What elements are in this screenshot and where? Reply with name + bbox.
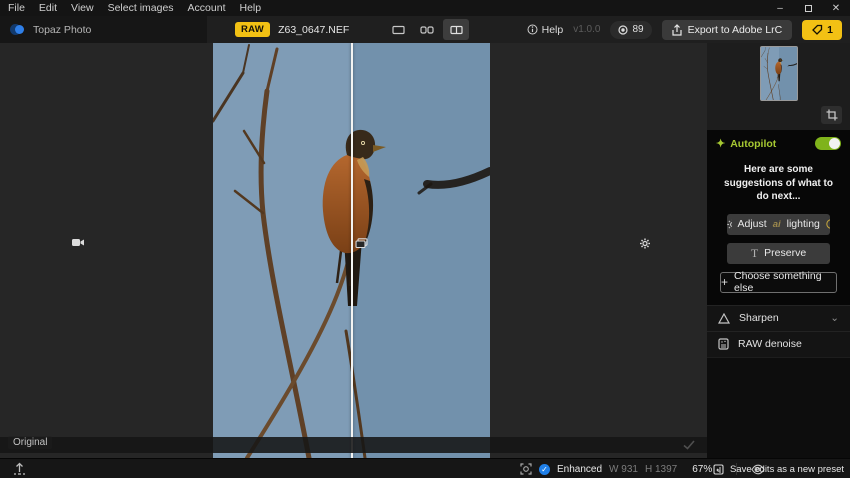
- original-label: Original: [8, 436, 52, 449]
- image-height: H 1397: [645, 464, 677, 475]
- toolbar: Topaz Photo RAW Z63_0647.NEF Help v1.0.0: [0, 16, 850, 43]
- plus-icon: +: [721, 275, 728, 289]
- maximize-icon: [805, 5, 812, 12]
- titlebar: File Edit View Select images Account Hel…: [0, 0, 850, 16]
- chevron-down-icon: ⌄: [830, 312, 839, 324]
- crop-button[interactable]: [821, 106, 842, 124]
- split-divider[interactable]: [351, 43, 353, 458]
- sharpen-icon: [718, 313, 730, 324]
- topaz-logo-icon: [10, 24, 26, 36]
- ai-label: ai: [773, 219, 781, 230]
- panel-empty-space: [707, 357, 850, 459]
- topaz-photo-app: File Edit View Select images Account Hel…: [0, 0, 850, 478]
- status-label: Enhanced: [557, 464, 602, 475]
- camera-icon[interactable]: [0, 238, 64, 459]
- split-view-icon: [450, 25, 463, 35]
- gallery-icon[interactable]: [355, 238, 632, 459]
- right-panel: ✦ Autopilot Here are some suggestions of…: [707, 43, 850, 458]
- menu-edit[interactable]: Edit: [39, 2, 57, 14]
- gear-icon[interactable]: [639, 238, 707, 459]
- side-by-side-icon: [420, 25, 434, 35]
- autopilot-toggle[interactable]: [815, 137, 841, 150]
- sharpen-section[interactable]: Sharpen ⌄: [707, 305, 850, 331]
- app-name: Topaz Photo: [33, 24, 91, 36]
- photo[interactable]: [213, 43, 490, 458]
- thumbnail-image: [761, 47, 797, 101]
- image-canvas[interactable]: Original: [0, 43, 707, 458]
- close-button[interactable]: ✕: [822, 0, 850, 16]
- side-by-side-view-button[interactable]: [414, 19, 440, 40]
- single-view-button[interactable]: [385, 19, 411, 40]
- menu-bar: File Edit View Select images Account Hel…: [0, 2, 261, 14]
- tag-icon: [811, 24, 823, 35]
- main-area: Original ✦: [0, 43, 850, 458]
- raw-denoise-label: RAW denoise: [738, 338, 802, 350]
- sharpen-label: Sharpen: [739, 312, 779, 324]
- video-icon[interactable]: [71, 238, 348, 459]
- menu-select-images[interactable]: Select images: [108, 2, 174, 14]
- choose-label: Choose something else: [734, 270, 836, 294]
- notification-button[interactable]: 1: [802, 20, 842, 40]
- filename: Z63_0647.NEF: [278, 24, 349, 36]
- photo-toolbar: [0, 437, 707, 453]
- menu-help[interactable]: Help: [240, 2, 262, 14]
- save-preset-button[interactable]: Save edits as a new preset: [707, 459, 850, 478]
- single-view-icon: [392, 25, 405, 35]
- autopilot-title: ✦ Autopilot: [716, 137, 776, 150]
- enhanced-check-icon: ✓: [539, 464, 550, 475]
- info-icon: [527, 24, 538, 35]
- choose-something-else-button[interactable]: + Choose something else: [720, 272, 837, 293]
- maximize-button[interactable]: [794, 0, 822, 16]
- export-label: Export to Adobe LrC: [688, 24, 783, 36]
- adjust-lighting-button[interactable]: Adjust ai lighting: [727, 214, 830, 235]
- adjust-label-suffix: lighting: [787, 218, 820, 230]
- crop-icon: [826, 109, 838, 121]
- image-width: W 931: [609, 464, 638, 475]
- upload-icon[interactable]: [13, 462, 26, 475]
- split-view-button[interactable]: [443, 19, 469, 40]
- face-detect-icon[interactable]: [520, 463, 532, 475]
- export-button[interactable]: Export to Adobe LrC: [662, 20, 793, 40]
- file-info: RAW Z63_0647.NEF: [207, 22, 349, 37]
- brightness-icon: [727, 219, 732, 230]
- preserve-label: Preserve: [764, 247, 806, 259]
- raw-badge: RAW: [235, 22, 270, 37]
- minimize-button[interactable]: –: [766, 0, 794, 16]
- help-button[interactable]: Help: [527, 24, 564, 36]
- app-branding: Topaz Photo: [0, 16, 207, 43]
- autopilot-label: Autopilot: [730, 138, 776, 150]
- bottom-bar: ✓ Enhanced W 931 H 1397 67% ⌄ Save edits…: [0, 458, 850, 478]
- help-label: Help: [542, 24, 564, 36]
- suggestion-text: Here are some suggestions of what to do …: [720, 163, 837, 204]
- menu-view[interactable]: View: [71, 2, 94, 14]
- menu-file[interactable]: File: [8, 2, 25, 14]
- credits-count: 89: [632, 24, 643, 35]
- info-circle-icon[interactable]: [826, 219, 830, 229]
- adjust-label-prefix: Adjust: [738, 218, 767, 230]
- denoise-icon: [718, 338, 729, 350]
- save-preset-label: Save edits as a new preset: [730, 464, 844, 475]
- view-mode-switcher: [385, 16, 469, 43]
- preset-icon: [713, 464, 724, 475]
- text-icon: T: [751, 246, 758, 261]
- version-label: v1.0.0: [573, 24, 600, 35]
- notification-count: 1: [827, 24, 833, 36]
- autopilot-section: ✦ Autopilot Here are some suggestions of…: [707, 130, 850, 305]
- window-controls: – ✕: [766, 0, 850, 16]
- menu-account[interactable]: Account: [188, 2, 226, 14]
- thumbnail-zone: [707, 43, 850, 130]
- raw-denoise-section[interactable]: RAW denoise: [707, 331, 850, 357]
- preserve-button[interactable]: T Preserve: [727, 243, 830, 264]
- check-icon: [683, 440, 695, 450]
- export-icon: [672, 24, 682, 36]
- image-thumbnail[interactable]: [760, 46, 798, 101]
- credit-icon: [618, 25, 628, 35]
- sparkle-icon: ✦: [716, 137, 725, 150]
- credits-badge[interactable]: 89: [610, 21, 651, 39]
- toolbar-right: Help v1.0.0 89 Export to Adobe LrC 1: [527, 16, 842, 43]
